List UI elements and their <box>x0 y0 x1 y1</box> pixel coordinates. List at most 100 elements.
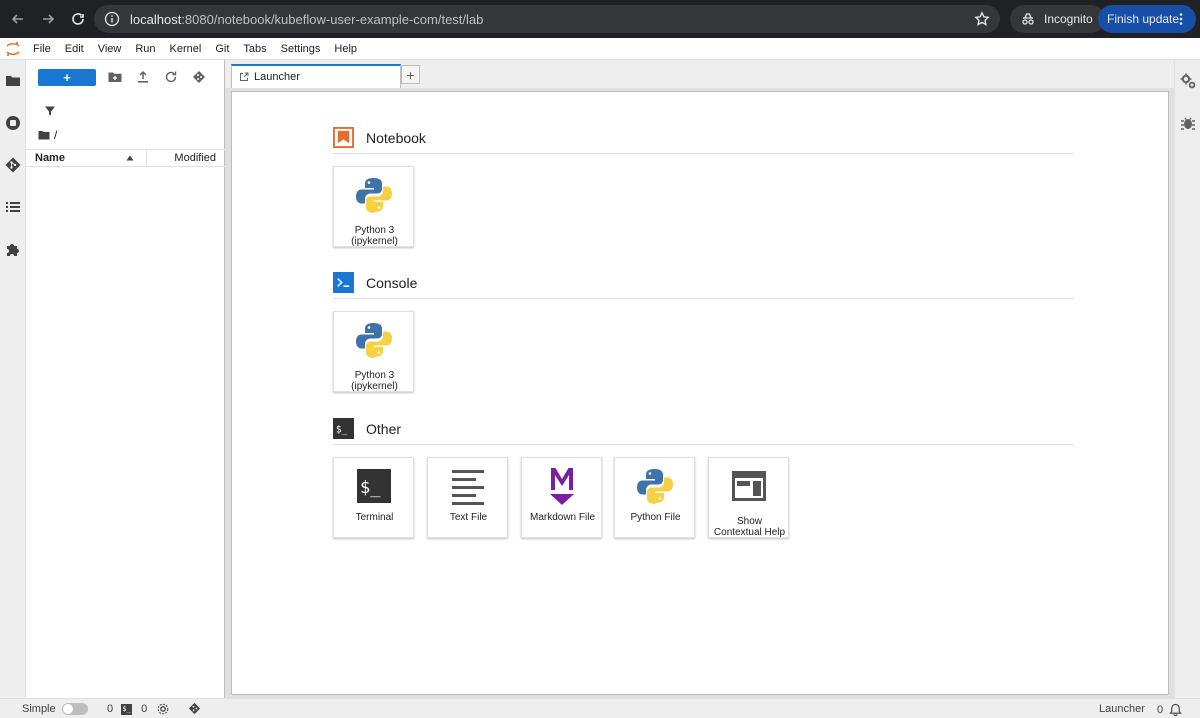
new-launcher-button[interactable]: + <box>38 69 96 86</box>
terminal-icon: $_ <box>333 418 354 439</box>
menu-edit[interactable]: Edit <box>58 38 91 60</box>
svg-text:$_: $_ <box>336 424 348 435</box>
stop-circle-icon <box>6 116 20 130</box>
notifications-indicator[interactable]: 0 <box>1157 703 1182 716</box>
menu-git[interactable]: Git <box>208 38 236 60</box>
list-icon <box>6 202 20 212</box>
address-bar[interactable]: localhost:8080/notebook/kubeflow-user-ex… <box>94 5 1000 33</box>
kernels-count: 0 <box>107 703 114 715</box>
git-status-icon[interactable] <box>188 702 201 715</box>
card-label: Show Contextual Help <box>713 516 786 538</box>
site-info-icon[interactable] <box>104 11 120 27</box>
simple-mode-toggle[interactable]: Simple <box>22 703 88 715</box>
add-tab-label: + <box>406 66 415 83</box>
incognito-indicator[interactable]: Incognito <box>1010 5 1105 33</box>
arrow-left-icon <box>11 14 23 24</box>
launcher-tab-icon <box>240 72 249 81</box>
section-console: Console <box>333 267 1074 299</box>
breadcrumb[interactable]: / <box>38 128 57 142</box>
current-activity-label: Launcher <box>1099 703 1145 715</box>
launcher-card-python-file[interactable]: Python File <box>614 457 695 538</box>
jupyter-logo-icon <box>0 38 26 60</box>
menu-kernel[interactable]: Kernel <box>163 38 209 60</box>
tab-launcher[interactable]: Launcher <box>231 64 401 88</box>
tab-label: Launcher <box>254 71 300 83</box>
bell-icon[interactable] <box>1169 703 1182 716</box>
breadcrumb-root[interactable]: / <box>54 128 57 142</box>
menu-view[interactable]: View <box>91 38 129 60</box>
console-icon <box>333 272 354 293</box>
python-icon <box>637 469 673 504</box>
extension-manager-tab[interactable] <box>4 240 22 258</box>
more-vert-icon[interactable] <box>1174 12 1188 26</box>
table-of-contents-tab[interactable] <box>4 198 22 216</box>
current-activity: Launcher <box>1099 703 1145 715</box>
git-clone-icon[interactable] <box>192 70 206 84</box>
menu-run[interactable]: Run <box>128 38 162 60</box>
section-title: Other <box>366 420 402 437</box>
back-button[interactable] <box>4 5 32 33</box>
contextual-help-icon <box>732 471 766 501</box>
file-browser-tab[interactable] <box>4 72 22 90</box>
card-label: Markdown File <box>529 512 596 523</box>
property-inspector-icon[interactable] <box>1179 72 1197 90</box>
browser-toolbar: localhost:8080/notebook/kubeflow-user-ex… <box>0 0 1200 38</box>
upload-icon[interactable] <box>136 70 150 84</box>
running-sessions-tab[interactable] <box>4 114 22 132</box>
file-list-header: Name Modified <box>26 149 225 167</box>
bookmark-star-icon[interactable] <box>974 11 990 27</box>
launcher-card-terminal[interactable]: $_ Terminal <box>333 457 414 538</box>
python-icon <box>356 178 392 213</box>
add-tab-button[interactable]: + <box>401 65 420 84</box>
tab-bar: Launcher + <box>225 60 1174 88</box>
url-path: :8080/notebook/kubeflow-user-example-com… <box>181 11 484 27</box>
reload-button[interactable] <box>64 5 92 33</box>
launcher-card-console-python3[interactable]: Python 3 (ipykernel) <box>333 311 414 392</box>
card-label: Python 3 (ipykernel) <box>351 225 398 247</box>
menu-tabs[interactable]: Tabs <box>236 38 273 60</box>
column-divider[interactable] <box>146 150 147 166</box>
launcher-card-markdown-file[interactable]: Markdown File <box>521 457 602 538</box>
column-modified[interactable]: Modified <box>174 152 216 164</box>
file-browser-toolbar: + <box>26 60 225 96</box>
right-sidebar-tabs <box>1174 60 1200 698</box>
new-launcher-label: + <box>63 70 71 85</box>
debugger-bug-icon[interactable] <box>1179 114 1197 132</box>
markdown-icon <box>550 468 574 505</box>
url-host: localhost <box>130 11 182 27</box>
menu-help[interactable]: Help <box>327 38 364 60</box>
finish-update-button[interactable]: Finish update <box>1098 5 1196 33</box>
incognito-label: Incognito <box>1044 12 1093 26</box>
notifications-count: 0 <box>1157 703 1164 716</box>
card-label: Terminal <box>355 512 394 523</box>
extension-status-gear-icon[interactable] <box>157 703 169 715</box>
finish-update-label: Finish update <box>1107 12 1180 26</box>
git-tab[interactable] <box>4 156 22 174</box>
folder-icon <box>6 76 20 86</box>
forward-button[interactable] <box>34 5 62 33</box>
url-text: localhost:8080/notebook/kubeflow-user-ex… <box>130 12 483 27</box>
column-name[interactable]: Name <box>35 152 65 164</box>
running-kernels-count[interactable]: 0 $_ 0 <box>107 703 147 715</box>
git-icon <box>5 157 21 173</box>
filter-icon[interactable] <box>44 105 56 117</box>
section-title: Notebook <box>366 129 426 146</box>
menu-file[interactable]: File <box>26 38 58 60</box>
puzzle-piece-icon <box>7 244 19 256</box>
file-browser-panel: + / Name Modified <box>26 60 225 698</box>
terminal-icon: $_ <box>121 703 133 715</box>
arrow-right-icon <box>43 14 55 24</box>
menu-settings[interactable]: Settings <box>274 38 328 60</box>
new-folder-icon[interactable] <box>108 70 122 84</box>
launcher-card-notebook-python3[interactable]: Python 3 (ipykernel) <box>333 166 414 247</box>
launcher-card-text-file[interactable]: Text File <box>427 457 508 538</box>
svg-text:$_: $_ <box>360 478 381 498</box>
menubar: File Edit View Run Kernel Git Tabs Setti… <box>0 38 1200 60</box>
launcher-card-contextual-help[interactable]: Show Contextual Help <box>708 457 789 538</box>
sort-ascending-icon[interactable] <box>126 155 134 161</box>
refresh-icon[interactable] <box>164 70 178 84</box>
toggle-switch[interactable] <box>61 703 88 715</box>
card-label: Python 3 (ipykernel) <box>351 370 398 392</box>
terminal-icon: $_ <box>357 469 391 503</box>
python-icon <box>356 323 392 358</box>
